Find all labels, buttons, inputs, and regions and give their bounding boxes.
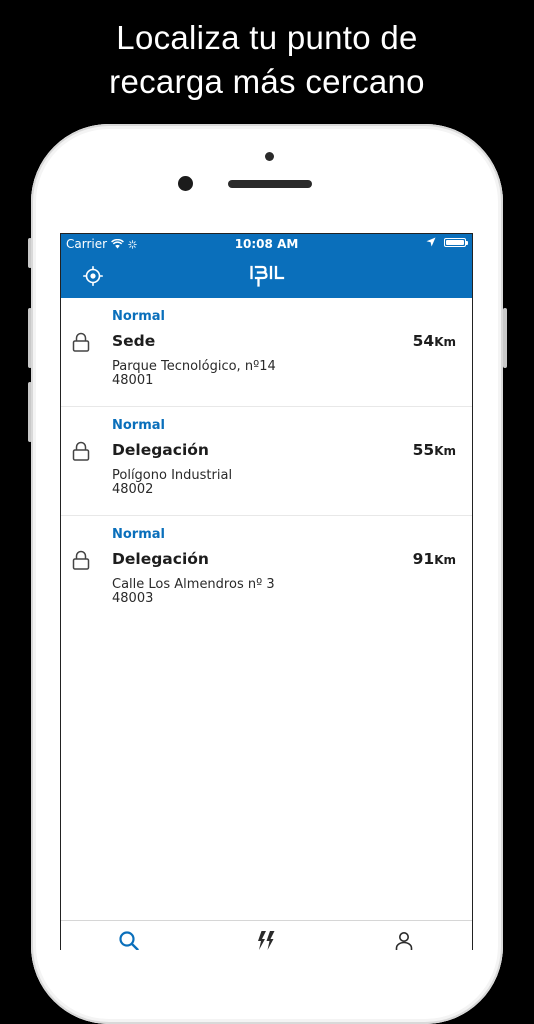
distance-unit: Km bbox=[434, 335, 456, 349]
proximity-sensor bbox=[265, 152, 274, 161]
address-postal-code: 48003 bbox=[112, 591, 154, 606]
lock-icon bbox=[72, 550, 90, 570]
station-address: Calle Los Almendros nº 3 48003 bbox=[112, 578, 275, 606]
search-icon[interactable] bbox=[117, 929, 141, 950]
status-time: 10:08 AM bbox=[234, 237, 299, 251]
station-distance: 54Km bbox=[413, 332, 456, 350]
earpiece-speaker bbox=[228, 180, 312, 188]
station-row[interactable]: Normal Delegación 55Km Polígono Industri… bbox=[61, 407, 472, 516]
tab-bar bbox=[61, 920, 472, 950]
address-line-1: Parque Tecnológico, nº14 bbox=[112, 359, 276, 374]
lock-icon bbox=[72, 441, 90, 461]
distance-unit: Km bbox=[434, 553, 456, 567]
stations-list: Normal Sede 54Km Parque Tecnológico, nº1… bbox=[61, 298, 472, 624]
address-postal-code: 48002 bbox=[112, 482, 154, 497]
station-distance: 91Km bbox=[413, 550, 456, 568]
front-camera bbox=[178, 176, 193, 191]
status-right-group bbox=[426, 237, 468, 247]
address-line-1: Calle Los Almendros nº 3 bbox=[112, 577, 275, 592]
distance-unit: Km bbox=[434, 444, 456, 458]
headline-line-1: Localiza tu punto de bbox=[116, 19, 418, 56]
station-row[interactable]: Normal Delegación 91Km Calle Los Almendr… bbox=[61, 516, 472, 624]
charge-icon[interactable] bbox=[254, 929, 278, 950]
battery-icon bbox=[444, 237, 468, 247]
station-name: Sede bbox=[112, 332, 156, 350]
station-address: Polígono Industrial 48002 bbox=[112, 469, 232, 497]
address-line-1: Polígono Industrial bbox=[112, 468, 233, 483]
lock-icon bbox=[72, 332, 90, 352]
promo-headline: Localiza tu punto de recarga más cercano bbox=[0, 16, 534, 104]
station-type: Normal bbox=[112, 309, 165, 324]
station-address: Parque Tecnológico, nº14 48001 bbox=[112, 360, 276, 388]
station-distance: 55Km bbox=[413, 441, 456, 459]
user-icon[interactable] bbox=[392, 929, 416, 950]
station-name: Delegación bbox=[112, 441, 209, 459]
distance-value: 55 bbox=[412, 441, 435, 459]
station-type: Normal bbox=[112, 527, 165, 542]
distance-value: 91 bbox=[412, 550, 435, 568]
station-type: Normal bbox=[112, 418, 165, 433]
headline-line-2: recarga más cercano bbox=[109, 63, 425, 100]
status-bar: Carrier 10:08 AM bbox=[61, 234, 472, 254]
station-name: Delegación bbox=[112, 550, 209, 568]
power-button bbox=[503, 308, 507, 368]
app-header: Carrier 10:08 AM bbox=[61, 234, 472, 298]
locate-me-icon[interactable] bbox=[83, 266, 103, 286]
station-row[interactable]: Normal Sede 54Km Parque Tecnológico, nº1… bbox=[61, 298, 472, 407]
location-arrow-icon bbox=[426, 237, 436, 247]
address-postal-code: 48001 bbox=[112, 373, 154, 388]
distance-value: 54 bbox=[412, 332, 435, 350]
phone-screen: Carrier 10:08 AM Normal Sede 54Km Parque… bbox=[60, 233, 473, 950]
ibil-logo bbox=[250, 265, 285, 287]
